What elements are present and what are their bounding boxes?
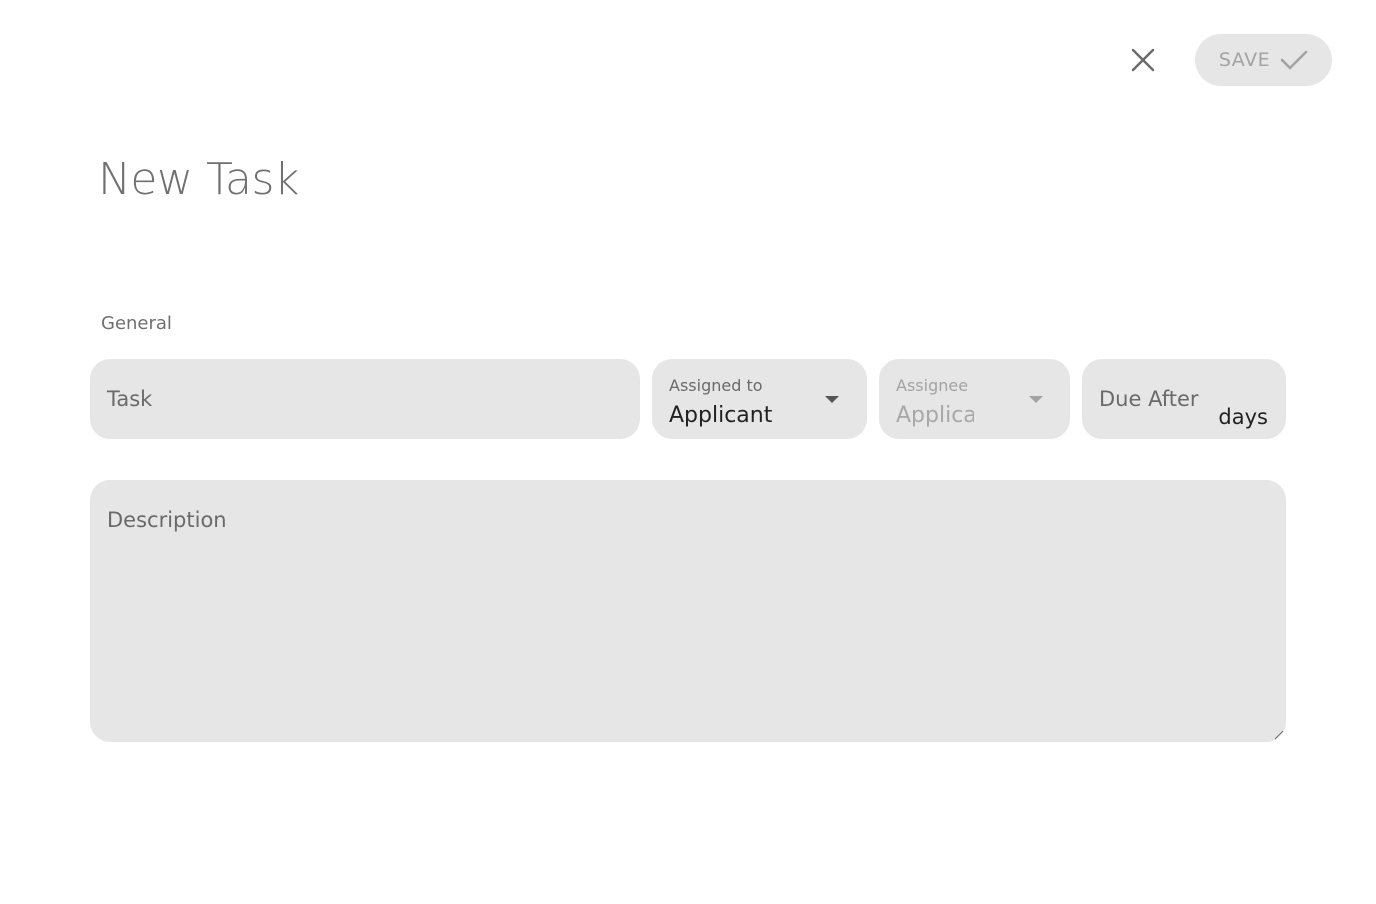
assigned-to-label: Assigned to [669,376,763,395]
assigned-to-select[interactable]: Assigned to Applicant [652,359,867,439]
close-icon [1131,48,1155,72]
section-label-general: General [101,313,172,334]
due-after-placeholder: Due After [1099,387,1199,411]
task-placeholder: Task [107,387,153,411]
chevron-down-icon [1029,396,1043,403]
description-textarea[interactable]: Description [90,480,1286,742]
save-button-label: SAVE [1218,49,1271,71]
assignee-select[interactable]: Assignee Applicant [879,359,1070,439]
page-title: New Task [98,154,299,205]
chevron-down-icon [825,396,839,403]
assigned-to-value: Applicant [669,403,773,428]
save-button[interactable]: SAVE [1195,34,1332,86]
due-after-input[interactable]: Due After days [1082,359,1286,439]
due-after-suffix: days [1218,405,1268,429]
description-placeholder: Description [107,508,227,532]
task-input[interactable]: Task [90,359,640,439]
resize-handle-icon[interactable] [1272,728,1284,740]
assignee-value: Applicant [896,403,974,428]
new-task-page: SAVE New Task General Task Assigned to A… [0,0,1376,904]
check-icon [1280,49,1308,71]
assignee-label: Assignee [896,376,969,395]
close-button[interactable] [1123,40,1163,80]
